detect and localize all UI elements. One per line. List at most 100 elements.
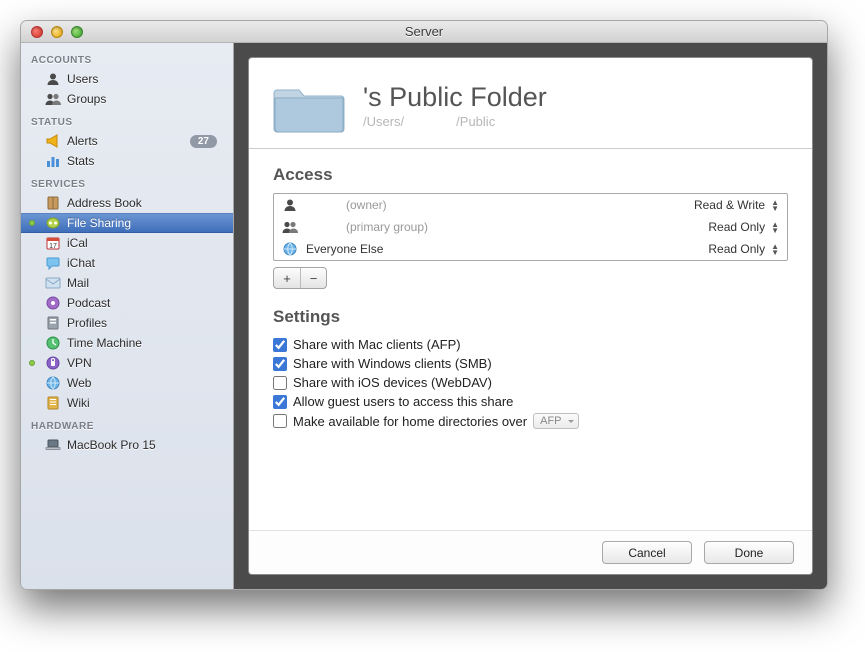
alerts-badge: 27 (190, 135, 217, 148)
sidebar-item-label: Web (67, 376, 91, 390)
share-path: /Users//Public (363, 114, 547, 129)
settings-label: Make available for home directories over (293, 414, 527, 429)
content-area: 's Public Folder /Users//Public Access (… (234, 43, 827, 589)
sidebar-item-profiles[interactable]: Profiles (21, 313, 233, 333)
folder-icon (273, 76, 345, 134)
sidebar-item-ical[interactable]: 17 iCal (21, 233, 233, 253)
access-qualifier: (primary group) (346, 220, 428, 234)
settings-row: Allow guest users to access this share (273, 392, 788, 411)
stepper-icon[interactable]: ▲▼ (771, 200, 779, 211)
megaphone-icon (45, 133, 61, 149)
panel-header: 's Public Folder /Users//Public (249, 58, 812, 149)
access-add-button[interactable]: + (274, 268, 300, 288)
access-table: (owner) Read & Write ▲▼ (primary group) … (273, 193, 788, 261)
protocol-select[interactable]: AFP (533, 413, 578, 429)
settings-label: Share with Windows clients (SMB) (293, 356, 492, 371)
access-plus-minus: + − (273, 267, 327, 289)
sidebar-item-file-sharing[interactable]: File Sharing (21, 213, 233, 233)
podcast-icon (45, 295, 61, 311)
stepper-icon[interactable]: ▲▼ (771, 222, 779, 233)
settings-row: Share with Windows clients (SMB) (273, 354, 788, 373)
sidebar-item-groups[interactable]: Groups (21, 89, 233, 109)
sidebar-item-users[interactable]: Users (21, 69, 233, 89)
sidebar-item-label: iChat (67, 256, 95, 270)
sidebar-item-web[interactable]: Web (21, 373, 233, 393)
filesharing-icon (45, 215, 61, 231)
sidebar-item-wiki[interactable]: Wiki (21, 393, 233, 413)
sidebar-item-stats[interactable]: Stats (21, 151, 233, 171)
sidebar-item-label: Stats (67, 154, 94, 168)
laptop-icon (45, 437, 61, 453)
sidebar-item-label: Profiles (67, 316, 107, 330)
addressbook-icon (45, 195, 61, 211)
sidebar-item-address-book[interactable]: Address Book (21, 193, 233, 213)
access-remove-button[interactable]: − (300, 268, 326, 288)
barchart-icon (45, 153, 61, 169)
access-row[interactable]: (owner) Read & Write ▲▼ (274, 194, 787, 216)
sidebar-item-label: Address Book (67, 196, 142, 210)
access-name: Everyone Else (306, 242, 383, 256)
settings-checkbox-2[interactable] (273, 376, 287, 390)
access-qualifier: (owner) (346, 198, 387, 212)
settings-label: Share with iOS devices (WebDAV) (293, 375, 492, 390)
access-row[interactable]: Everyone Else Read Only ▲▼ (274, 238, 787, 260)
done-button[interactable]: Done (704, 541, 794, 564)
access-permission[interactable]: Read & Write (694, 198, 765, 212)
sidebar-section-status: STATUS (21, 109, 233, 131)
sidebar-item-podcast[interactable]: Podcast (21, 293, 233, 313)
sidebar-item-label: VPN (67, 356, 92, 370)
user-icon (282, 197, 298, 213)
access-row[interactable]: (primary group) Read Only ▲▼ (274, 216, 787, 238)
sidebar-item-label: iCal (67, 236, 88, 250)
sidebar-item-ichat[interactable]: iChat (21, 253, 233, 273)
settings-checkbox-3[interactable] (273, 395, 287, 409)
settings-checkbox-0[interactable] (273, 338, 287, 352)
sidebar-section-hardware: HARDWARE (21, 413, 233, 435)
access-permission[interactable]: Read Only (708, 220, 765, 234)
share-panel: 's Public Folder /Users//Public Access (… (248, 57, 813, 575)
group-icon (45, 91, 61, 107)
sidebar-item-label: Time Machine (67, 336, 142, 350)
settings-row: Share with iOS devices (WebDAV) (273, 373, 788, 392)
globe-icon (282, 241, 298, 257)
sidebar-section-services: SERVICES (21, 171, 233, 193)
profiles-icon (45, 315, 61, 331)
sidebar: ACCOUNTS Users Groups STATUS Alerts 27 S… (21, 43, 234, 589)
titlebar: Server (21, 21, 827, 43)
sidebar-item-label: Podcast (67, 296, 110, 310)
sidebar-section-accounts: ACCOUNTS (21, 47, 233, 69)
access-permission[interactable]: Read Only (708, 242, 765, 256)
wiki-icon (45, 395, 61, 411)
share-title: 's Public Folder (363, 82, 547, 113)
sidebar-item-label: Alerts (67, 134, 98, 148)
sidebar-item-label: Mail (67, 276, 89, 290)
status-dot-icon (29, 220, 35, 226)
calendar-icon: 17 (45, 235, 61, 251)
group-icon (282, 219, 298, 235)
chat-icon (45, 255, 61, 271)
svg-text:17: 17 (49, 243, 57, 250)
settings-checkbox-4[interactable] (273, 414, 287, 428)
cancel-button[interactable]: Cancel (602, 541, 692, 564)
settings-label: Share with Mac clients (AFP) (293, 337, 461, 352)
access-heading: Access (273, 165, 788, 185)
sidebar-item-label: MacBook Pro 15 (67, 438, 156, 452)
settings-row: Share with Mac clients (AFP) (273, 335, 788, 354)
mail-icon (45, 275, 61, 291)
sidebar-item-mail[interactable]: Mail (21, 273, 233, 293)
timemachine-icon (45, 335, 61, 351)
sidebar-item-alerts[interactable]: Alerts 27 (21, 131, 233, 151)
sidebar-item-label: File Sharing (67, 216, 131, 230)
panel-footer: Cancel Done (249, 530, 812, 574)
settings-checkbox-1[interactable] (273, 357, 287, 371)
sidebar-item-macbook-pro-15[interactable]: MacBook Pro 15 (21, 435, 233, 455)
window-title: Server (21, 24, 827, 39)
sidebar-item-vpn[interactable]: VPN (21, 353, 233, 373)
vpn-icon (45, 355, 61, 371)
settings-label: Allow guest users to access this share (293, 394, 513, 409)
user-icon (45, 71, 61, 87)
settings-row: Make available for home directories over… (273, 411, 788, 431)
sidebar-item-time-machine[interactable]: Time Machine (21, 333, 233, 353)
server-window: Server ACCOUNTS Users Groups STATUS Aler… (20, 20, 828, 590)
stepper-icon[interactable]: ▲▼ (771, 244, 779, 255)
